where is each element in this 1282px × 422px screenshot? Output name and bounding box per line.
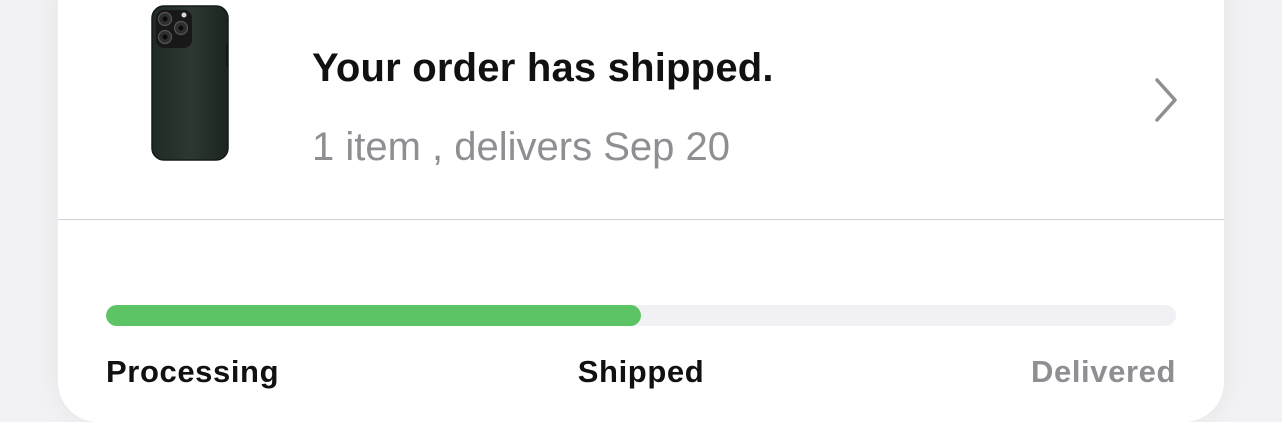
shipping-progress-fill — [106, 305, 641, 326]
stage-processing-label: Processing — [106, 354, 280, 389]
stage-delivered-label: Delivered — [1031, 354, 1176, 389]
phone-case-thumbnail — [151, 5, 229, 161]
chevron-right-icon[interactable] — [1152, 76, 1180, 124]
shipping-progress-bar — [106, 305, 1176, 326]
order-delivery-info: 1 item , delivers Sep 20 — [312, 125, 730, 169]
order-status-card: Your order has shipped. 1 item , deliver… — [58, 0, 1224, 422]
order-status-title: Your order has shipped. — [312, 46, 774, 90]
stage-shipped-label: Shipped — [577, 354, 705, 389]
order-summary-row[interactable]: Your order has shipped. 1 item , deliver… — [58, 0, 1224, 219]
section-divider — [58, 219, 1224, 220]
